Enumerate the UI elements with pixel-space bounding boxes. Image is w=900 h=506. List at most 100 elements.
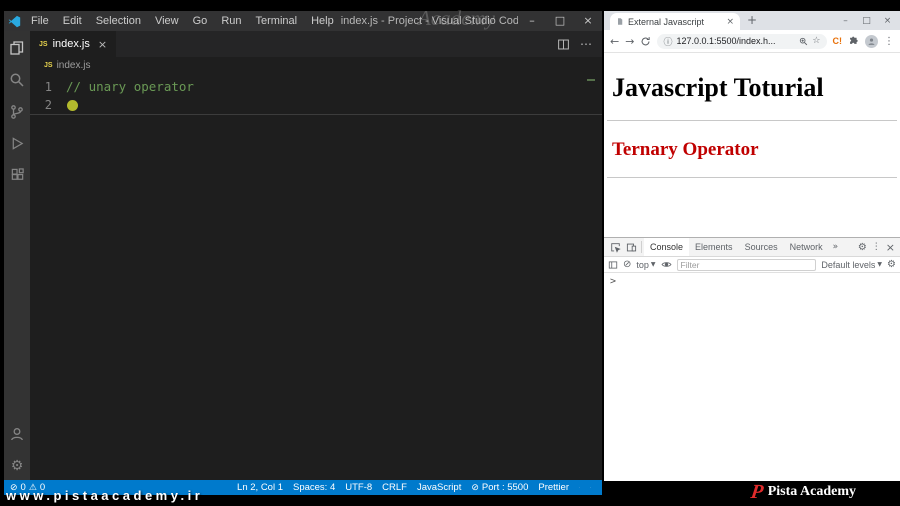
devtools-menu-icon[interactable]: ⋮ [872, 242, 881, 252]
browser-window-controls: – □ × [835, 11, 898, 30]
settings-gear-icon[interactable]: ⚙ [9, 457, 26, 474]
devtools-close-icon[interactable]: × [886, 241, 895, 254]
tab-close-icon[interactable]: × [726, 17, 734, 27]
console-filter-input[interactable] [676, 258, 817, 271]
menu-selection[interactable]: Selection [89, 11, 148, 31]
more-actions-icon[interactable]: ⋯ [580, 37, 592, 51]
browser-tab[interactable]: External Javascript × [610, 13, 740, 30]
run-debug-icon[interactable] [9, 135, 26, 152]
search-icon[interactable] [9, 71, 26, 88]
context-selector[interactable]: top ▼ [636, 260, 655, 270]
formatter[interactable]: Prettier [533, 482, 574, 493]
notifications-bell-icon[interactable] [585, 482, 596, 493]
javascript-file-icon: JS [44, 62, 53, 69]
encoding[interactable]: UTF-8 [340, 482, 377, 493]
console-sidebar-icon[interactable] [608, 260, 618, 270]
eol-sequence[interactable]: CRLF [377, 482, 412, 493]
live-expression-eye-icon[interactable] [661, 259, 672, 270]
language-mode[interactable]: JavaScript [412, 482, 466, 493]
console-settings-icon[interactable]: ⚙ [887, 259, 896, 270]
profile-avatar[interactable] [865, 34, 878, 48]
zoom-icon[interactable] [799, 37, 808, 46]
extensions-icon[interactable] [9, 167, 26, 184]
close-button[interactable]: × [574, 11, 602, 31]
page-subheading: Ternary Operator [612, 139, 759, 160]
devtools-tab-network[interactable]: Network [784, 238, 829, 256]
vscode-logo-icon [4, 15, 24, 28]
forward-icon[interactable]: → [625, 36, 634, 47]
desktop: Academy File Edit Selection View Go Run … [0, 0, 900, 506]
menu-run[interactable]: Run [214, 11, 248, 31]
devtools-tab-bar: Console Elements Sources Network » ⚙ ⋮ × [604, 238, 900, 257]
divider [641, 241, 642, 253]
brand-logo: P Pista Academy [749, 481, 856, 503]
split-editor-icon[interactable] [557, 38, 570, 51]
vscode-window: File Edit Selection View Go Run Terminal… [4, 11, 602, 495]
editor-actions: ⋯ [557, 31, 602, 57]
lightbulb-icon[interactable] [67, 99, 78, 111]
new-tab-button[interactable]: + [747, 11, 757, 30]
minimap[interactable] [586, 74, 602, 480]
menu-terminal[interactable]: Terminal [249, 11, 305, 31]
brand-name: Pista Academy [767, 484, 856, 499]
breadcrumb-item: index.js [56, 60, 91, 71]
devtools-tab-sources[interactable]: Sources [739, 238, 784, 256]
explorer-icon[interactable] [9, 39, 26, 56]
menu-help[interactable]: Help [304, 11, 341, 31]
port-icon: ⊘ [471, 482, 479, 493]
divider [607, 120, 897, 121]
inspect-element-icon[interactable] [607, 238, 623, 256]
source-control-icon[interactable] [9, 103, 26, 120]
console-area[interactable]: > [604, 273, 900, 481]
address-bar[interactable]: ⓘ 127.0.0.1:5500/index.h... ☆ [657, 33, 827, 49]
window-title: index.js - Project - Visual Studio Code [340, 15, 518, 27]
tab-close-icon[interactable]: × [98, 38, 107, 51]
menu-view[interactable]: View [148, 11, 186, 31]
minimize-button[interactable]: – [518, 11, 546, 31]
url-text[interactable]: 127.0.0.1:5500/index.h... [676, 36, 795, 46]
clear-console-icon[interactable]: ⊘ [623, 259, 631, 270]
browser-content: Javascript Toturial Ternary Operator Con… [604, 53, 900, 481]
menu-bar: File Edit Selection View Go Run Terminal… [24, 11, 341, 31]
page-heading: Javascript Toturial [612, 73, 824, 102]
broadcast-icon[interactable] [574, 482, 585, 493]
maximize-button[interactable]: □ [856, 16, 877, 26]
menu-go[interactable]: Go [186, 11, 215, 31]
code-comment: // unary operator [66, 79, 194, 94]
close-button[interactable]: × [877, 16, 898, 26]
indentation[interactable]: Spaces: 4 [288, 482, 340, 493]
extension-icon[interactable]: C! [833, 36, 843, 46]
vscode-window-controls: – □ × [518, 11, 602, 31]
minimize-button[interactable]: – [835, 16, 856, 26]
bookmark-star-icon[interactable]: ☆ [812, 36, 820, 46]
log-levels-selector[interactable]: Default levels ▼ [821, 260, 882, 270]
status-bar-right: Ln 2, Col 1 Spaces: 4 UTF-8 CRLF JavaScr… [232, 482, 596, 493]
menu-edit[interactable]: Edit [56, 11, 89, 31]
reload-icon[interactable] [640, 36, 651, 47]
tab-indexjs[interactable]: JS index.js × [30, 31, 118, 57]
cursor-position[interactable]: Ln 2, Col 1 [232, 482, 288, 493]
live-server-port[interactable]: ⊘ Port : 5500 [466, 482, 533, 493]
extensions-puzzle-icon[interactable] [848, 36, 859, 47]
site-info-icon[interactable]: ⓘ [663, 35, 672, 48]
back-icon[interactable]: ← [610, 36, 619, 47]
breadcrumb[interactable]: JS index.js [30, 57, 602, 74]
menu-file[interactable]: File [24, 11, 56, 31]
console-toolbar: ⊘ top ▼ Default levels ▼ ⚙ [604, 257, 900, 273]
code-editor[interactable]: 1 // unary operator 2 [30, 74, 602, 480]
minimap-mark [587, 79, 595, 81]
devtools-tab-elements[interactable]: Elements [689, 238, 739, 256]
editor-tab-bar: JS index.js × ⋯ [30, 31, 602, 57]
devtools-controls: ⚙ ⋮ × [858, 238, 897, 256]
chevron-down-icon: ▼ [650, 261, 656, 268]
maximize-button[interactable]: □ [546, 11, 574, 31]
line-number: 1 [44, 79, 52, 94]
device-toolbar-icon[interactable] [623, 238, 639, 256]
console-prompt[interactable]: > [610, 276, 616, 287]
devtools-settings-icon[interactable]: ⚙ [858, 242, 867, 253]
browser-menu-icon[interactable]: ⋮ [884, 36, 894, 47]
more-tabs-icon[interactable]: » [829, 238, 843, 256]
account-icon[interactable] [9, 425, 26, 442]
context-label: top [636, 259, 649, 270]
devtools-tab-console[interactable]: Console [644, 238, 690, 256]
